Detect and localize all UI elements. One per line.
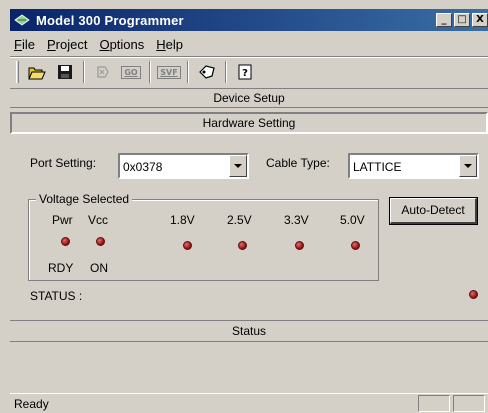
voltage-1-8-led: [183, 241, 192, 250]
voltage-5-0-led: [351, 241, 360, 250]
menu-options-rest: ptions: [109, 36, 145, 52]
status-led: [469, 290, 478, 299]
save-button[interactable]: [53, 61, 77, 83]
app-logo-icon: [14, 14, 30, 26]
menu-options[interactable]: Options: [99, 37, 144, 52]
toolbar: GO SVF ?: [10, 58, 488, 86]
menu-file-rest: ile: [21, 36, 35, 52]
rdy-label: RDY: [48, 261, 74, 275]
menu-help-accel: H: [156, 36, 166, 52]
port-setting-label: Port Setting:: [30, 156, 97, 170]
go-icon: GO: [121, 65, 141, 79]
auto-detect-button[interactable]: Auto-Detect: [390, 198, 477, 224]
cable-type-label: Cable Type:: [266, 156, 330, 170]
status-bar-pane: [453, 395, 485, 412]
menu-project-rest: roject: [55, 36, 88, 52]
pwr-label: Pwr: [52, 213, 73, 227]
voltage-2-5-label: 2.5V: [227, 213, 252, 227]
device-button[interactable]: [91, 61, 115, 83]
menu-file[interactable]: File: [14, 37, 35, 52]
toolbar-separator: [187, 61, 189, 83]
save-disk-icon: [58, 65, 72, 79]
title-bar[interactable]: Model 300 Programmer _ □ X: [10, 9, 488, 31]
hardware-setting-header[interactable]: Hardware Setting: [10, 112, 488, 134]
device-setup-header[interactable]: Device Setup: [10, 88, 488, 108]
menu-help-rest: elp: [165, 36, 184, 52]
device-icon: [97, 66, 109, 78]
window-title: Model 300 Programmer: [36, 12, 184, 28]
status-header[interactable]: Status: [10, 320, 488, 342]
status-label: STATUS :: [30, 289, 83, 303]
go-button[interactable]: GO: [119, 61, 143, 83]
help-icon: ?: [238, 64, 252, 80]
status-bar-pane: [418, 395, 450, 412]
open-folder-icon: [28, 67, 46, 79]
tag-button[interactable]: [195, 61, 219, 83]
tag-icon: [199, 65, 215, 79]
chevron-down-icon: [464, 164, 472, 168]
toolbar-separator: [149, 61, 151, 83]
open-folder-button[interactable]: [25, 61, 49, 83]
minimize-button[interactable]: _: [436, 13, 452, 27]
voltage-3-3-led: [295, 241, 304, 250]
port-setting-select[interactable]: 0x0378: [118, 153, 249, 179]
menu-help[interactable]: Help: [156, 37, 183, 52]
vcc-label: Vcc: [88, 213, 109, 227]
cable-type-select[interactable]: LATTICE: [348, 153, 479, 179]
port-setting-dropdown-button[interactable]: [229, 155, 247, 177]
voltage-2-5-led: [238, 241, 247, 250]
maximize-button[interactable]: □: [454, 13, 470, 27]
menu-project[interactable]: Project: [47, 37, 87, 52]
menu-options-accel: O: [99, 36, 110, 52]
status-bar-text: Ready: [14, 396, 49, 411]
pwr-led: [61, 237, 70, 246]
svf-button[interactable]: SVF: [157, 61, 181, 83]
svg-text:?: ?: [242, 68, 248, 79]
chevron-down-icon: [234, 164, 242, 168]
cable-type-dropdown-button[interactable]: [459, 155, 477, 177]
voltage-5-0-label: 5.0V: [340, 213, 365, 227]
app-window: Model 300 Programmer _ □ X File Project …: [0, 0, 488, 413]
menu-file-accel: F: [14, 36, 22, 52]
voltage-group: [28, 199, 379, 281]
menu-project-accel: P: [46, 36, 56, 52]
help-button[interactable]: ?: [233, 61, 257, 83]
toolbar-separator: [83, 61, 85, 83]
on-label: ON: [90, 261, 108, 275]
close-button[interactable]: X: [472, 13, 488, 27]
status-bar: Ready: [10, 393, 488, 413]
voltage-1-8-label: 1.8V: [170, 213, 195, 227]
voltage-3-3-label: 3.3V: [284, 213, 309, 227]
port-setting-value: 0x0378: [123, 160, 163, 174]
svf-icon: SVF: [157, 65, 181, 79]
vcc-led: [96, 237, 105, 246]
toolbar-grip[interactable]: [16, 61, 19, 83]
toolbar-separator: [225, 61, 227, 83]
voltage-group-title: Voltage Selected: [36, 192, 133, 206]
cable-type-value: LATTICE: [353, 160, 402, 174]
menu-bar: File Project Options Help: [10, 33, 488, 55]
